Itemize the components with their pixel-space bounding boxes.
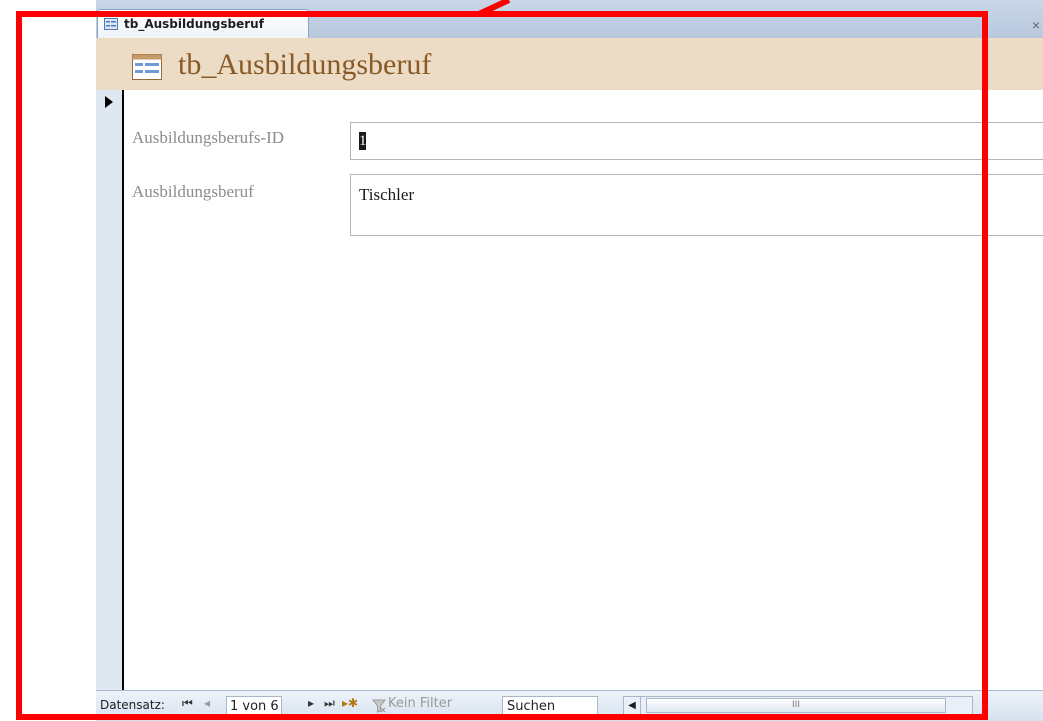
current-record-arrow-icon <box>105 96 113 108</box>
scroll-left-icon[interactable]: ◀ <box>624 697 641 714</box>
current-record-input[interactable]: 1 von 6 <box>226 696 282 715</box>
form-title: tb_Ausbildungsberuf <box>178 48 432 81</box>
record-label: Datensatz: <box>100 698 165 712</box>
filter-icon <box>372 699 386 713</box>
next-record-icon[interactable]: ▸ <box>308 696 314 710</box>
previous-record-icon[interactable]: ◂ <box>204 696 210 710</box>
document-tab-strip: tb_Ausbildungsberuf × <box>96 0 1043 39</box>
record-navigation-bar: Datensatz: ⏮ ◂ 1 von 6 ▸ ⏭ ▸✱ Kein Filte… <box>96 690 1043 721</box>
ausbildungsberuf-field[interactable]: Tischler <box>350 174 1043 236</box>
id-label: Ausbildungsberufs-ID <box>132 128 285 147</box>
form-icon <box>132 54 162 80</box>
scroll-thumb[interactable]: III <box>646 698 946 713</box>
new-record-icon[interactable]: ▸✱ <box>342 696 358 710</box>
form-header: tb_Ausbildungsberuf <box>96 38 1043 90</box>
tab-tb-ausbildungsberuf[interactable]: tb_Ausbildungsberuf <box>97 9 309 39</box>
tab-title: tb_Ausbildungsberuf <box>124 17 264 31</box>
form-detail: Ausbildungsberufs-ID 1 Ausbildungsberuf … <box>124 90 1043 690</box>
horizontal-scrollbar[interactable]: ◀ III <box>623 696 973 715</box>
form-icon <box>104 18 118 30</box>
id-field[interactable]: 1 <box>350 122 1043 160</box>
left-margin <box>0 0 96 720</box>
id-value: 1 <box>359 132 366 150</box>
search-input[interactable]: Suchen <box>502 696 598 716</box>
no-filter-button[interactable]: Kein Filter <box>388 696 452 715</box>
first-record-icon[interactable]: ⏮ <box>182 696 193 711</box>
record-selector[interactable] <box>96 90 124 690</box>
last-record-icon[interactable]: ⏭ <box>324 696 335 711</box>
ausbildungsberuf-value: Tischler <box>359 185 415 204</box>
close-icon[interactable]: × <box>1032 17 1040 33</box>
name-label: Ausbildungsberuf <box>132 182 254 201</box>
